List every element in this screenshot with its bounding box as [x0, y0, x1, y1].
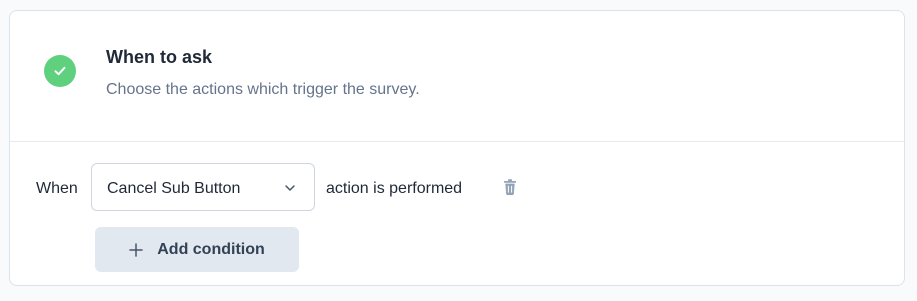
add-condition-button[interactable]: Add condition: [95, 227, 299, 272]
card-header: When to ask Choose the actions which tri…: [10, 11, 904, 142]
section-subtitle: Choose the actions which trigger the sur…: [106, 81, 420, 98]
section-title: When to ask: [106, 47, 213, 67]
action-select[interactable]: Cancel Sub Button: [91, 163, 315, 211]
when-label: When: [36, 180, 78, 197]
check-icon: [44, 55, 76, 87]
action-select-value: Cancel Sub Button: [107, 180, 241, 197]
plus-icon: [129, 242, 143, 257]
when-to-ask-card: When to ask Choose the actions which tri…: [9, 10, 905, 286]
action-performed-label: action is performed: [326, 180, 463, 197]
chevron-down-icon: [285, 185, 295, 191]
add-condition-label: Add condition: [157, 240, 265, 258]
trash-icon[interactable]: [501, 178, 519, 196]
